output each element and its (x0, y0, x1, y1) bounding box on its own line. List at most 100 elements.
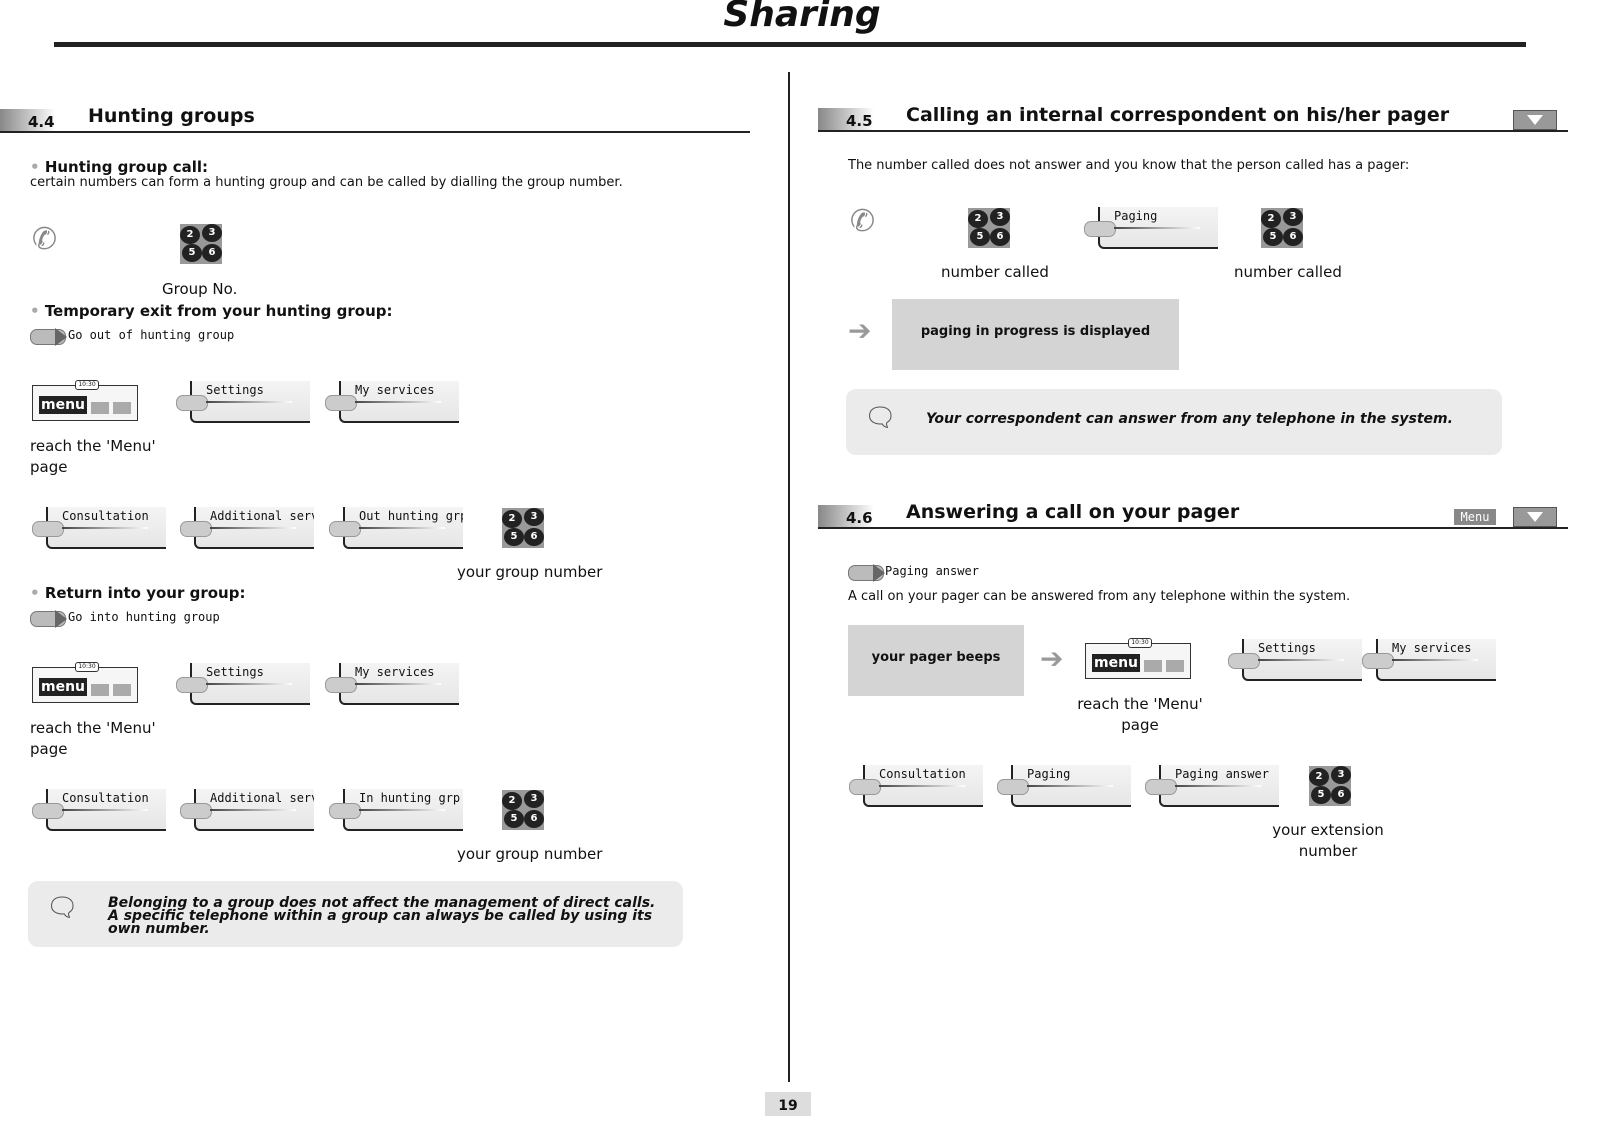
keypad-icon: 2356 (502, 790, 544, 830)
clock: 10:30 (75, 380, 99, 390)
softkey-label: Additional services (210, 509, 314, 523)
softkey-label: Consultation (879, 767, 966, 781)
softkey-consultation[interactable]: Consultation (32, 789, 166, 831)
key: 3 (1331, 766, 1351, 784)
keypad-icon: 2356 (502, 508, 544, 548)
softkey-my-services[interactable]: My services (325, 663, 459, 705)
softkey-additional-services[interactable]: Additional services (180, 507, 314, 549)
softkey-label: Paging (1114, 209, 1158, 223)
key: 2 (502, 792, 522, 810)
key: 3 (1283, 208, 1303, 226)
softkey-label: Paging (1027, 767, 1071, 781)
softkey-label: My services (1392, 641, 1472, 655)
group-number-label: your group number (457, 845, 603, 863)
softkey-settings[interactable]: Settings (1228, 639, 1362, 681)
softkey-consultation[interactable]: Consultation (849, 765, 983, 807)
note-box: 🗨 Your correspondent can answer from any… (846, 389, 1502, 455)
section-title: Calling an internal correspondent on his… (906, 104, 1450, 126)
section-title: Hunting groups (88, 105, 255, 127)
reach-menu-label: reach the 'Menu' (1077, 695, 1203, 713)
softkey-consultation[interactable]: Consultation (32, 507, 166, 549)
number-called-label: number called (941, 263, 1049, 281)
page-label: page (30, 740, 68, 758)
menu-screen-icon[interactable]: 10:30 menu (1085, 638, 1191, 679)
navigator-icon[interactable] (848, 564, 885, 582)
paging-status-box: paging in progress is displayed (892, 299, 1179, 370)
keypad-icon: 2356 (1309, 766, 1351, 806)
section-header-4-5: 4.5 Calling an internal correspondent on… (818, 104, 1568, 132)
key: 2 (1261, 210, 1281, 228)
nav-label: Go into hunting group (68, 610, 220, 624)
key: 3 (524, 790, 544, 808)
softkey-paging[interactable]: Paging (997, 765, 1131, 807)
heading-temporary-exit: Temporary exit from your hunting group: (30, 302, 393, 320)
softkey-label: In hunting grp (359, 791, 461, 805)
note-icon: 🗨 (46, 893, 80, 923)
key: 2 (502, 510, 522, 528)
key: 2 (968, 210, 988, 228)
menu-screen-icon[interactable]: 10:30 menu (32, 380, 138, 421)
section-header-4-4: 4.4 Hunting groups (0, 105, 750, 133)
softkey-label: My services (355, 665, 435, 679)
reach-menu-label: reach the 'Menu' (30, 719, 156, 737)
title-rule (54, 42, 1526, 47)
page-label: page (30, 458, 68, 476)
key: 6 (524, 528, 544, 546)
note-box: 🗨 Belonging to a group does not affect t… (28, 881, 683, 947)
scroll-down-icon[interactable] (1513, 507, 1557, 527)
key: 2 (1309, 768, 1329, 786)
nav-label: Paging answer (885, 564, 979, 578)
extension-label: number (1298, 842, 1358, 860)
key: 5 (1311, 786, 1331, 804)
softkey-out-hunting-grp[interactable]: Out hunting grp (329, 507, 463, 549)
softkey-my-services[interactable]: My services (1362, 639, 1496, 681)
softkey-settings[interactable]: Settings (176, 663, 310, 705)
heading-hunting-group-call: Hunting group call: (30, 158, 208, 176)
scroll-down-icon[interactable] (1513, 110, 1557, 130)
key: 5 (970, 228, 990, 246)
key: 3 (524, 508, 544, 526)
softkey-additional-services[interactable]: Additional services (180, 789, 314, 831)
softkey-label: Consultation (62, 791, 149, 805)
softkey-in-hunting-grp[interactable]: In hunting grp (329, 789, 463, 831)
key: 5 (182, 244, 202, 262)
note-text: Your correspondent can answer from any t… (926, 411, 1453, 427)
extension-label: your extension (1272, 821, 1384, 839)
softkey-settings[interactable]: Settings (176, 381, 310, 423)
description: certain numbers can form a hunting group… (30, 175, 623, 190)
softkey-label: Additional services (210, 791, 314, 805)
note-icon: 🗨 (864, 403, 898, 433)
key (91, 402, 109, 414)
menu-key-icon[interactable]: Menu (1454, 509, 1496, 525)
key: 5 (1263, 228, 1283, 246)
reach-menu-label: reach the 'Menu' (30, 437, 156, 455)
group-no-label: Group No. (162, 280, 238, 298)
arrow-right-icon: ➔ (848, 314, 872, 347)
navigator-icon[interactable] (30, 610, 67, 628)
keypad-icon: 2356 (1261, 208, 1303, 248)
number-called-label: number called (1234, 263, 1342, 281)
key: 5 (504, 810, 524, 828)
keypad-icon: 2356 (180, 224, 222, 264)
section-number: 4.5 (846, 112, 873, 130)
page-number: 19 (765, 1092, 811, 1116)
key: 6 (990, 228, 1010, 246)
softkey-paging-answer[interactable]: Paging answer (1145, 765, 1279, 807)
softkey-my-services[interactable]: My services (325, 381, 459, 423)
menu-screen-icon[interactable]: 10:30 menu (32, 662, 138, 703)
key: 3 (990, 208, 1010, 226)
section-number: 4.4 (28, 113, 55, 131)
navigator-icon[interactable] (30, 328, 67, 346)
key (113, 402, 131, 414)
key: 2 (180, 226, 200, 244)
note-text: Belonging to a group does not affect the… (108, 895, 656, 937)
softkey-paging[interactable]: Paging (1084, 207, 1218, 249)
softkey-label: Consultation (62, 509, 149, 523)
handset-icon: ✆ (850, 204, 876, 239)
section-title: Answering a call on your pager (906, 501, 1240, 523)
section-header-4-6: 4.6 Answering a call on your pager Menu (818, 501, 1568, 529)
softkey-label: Settings (1258, 641, 1316, 655)
softkey-label: Settings (206, 665, 264, 679)
key: 6 (202, 244, 222, 262)
softkey-label: Out hunting grp (359, 509, 463, 523)
